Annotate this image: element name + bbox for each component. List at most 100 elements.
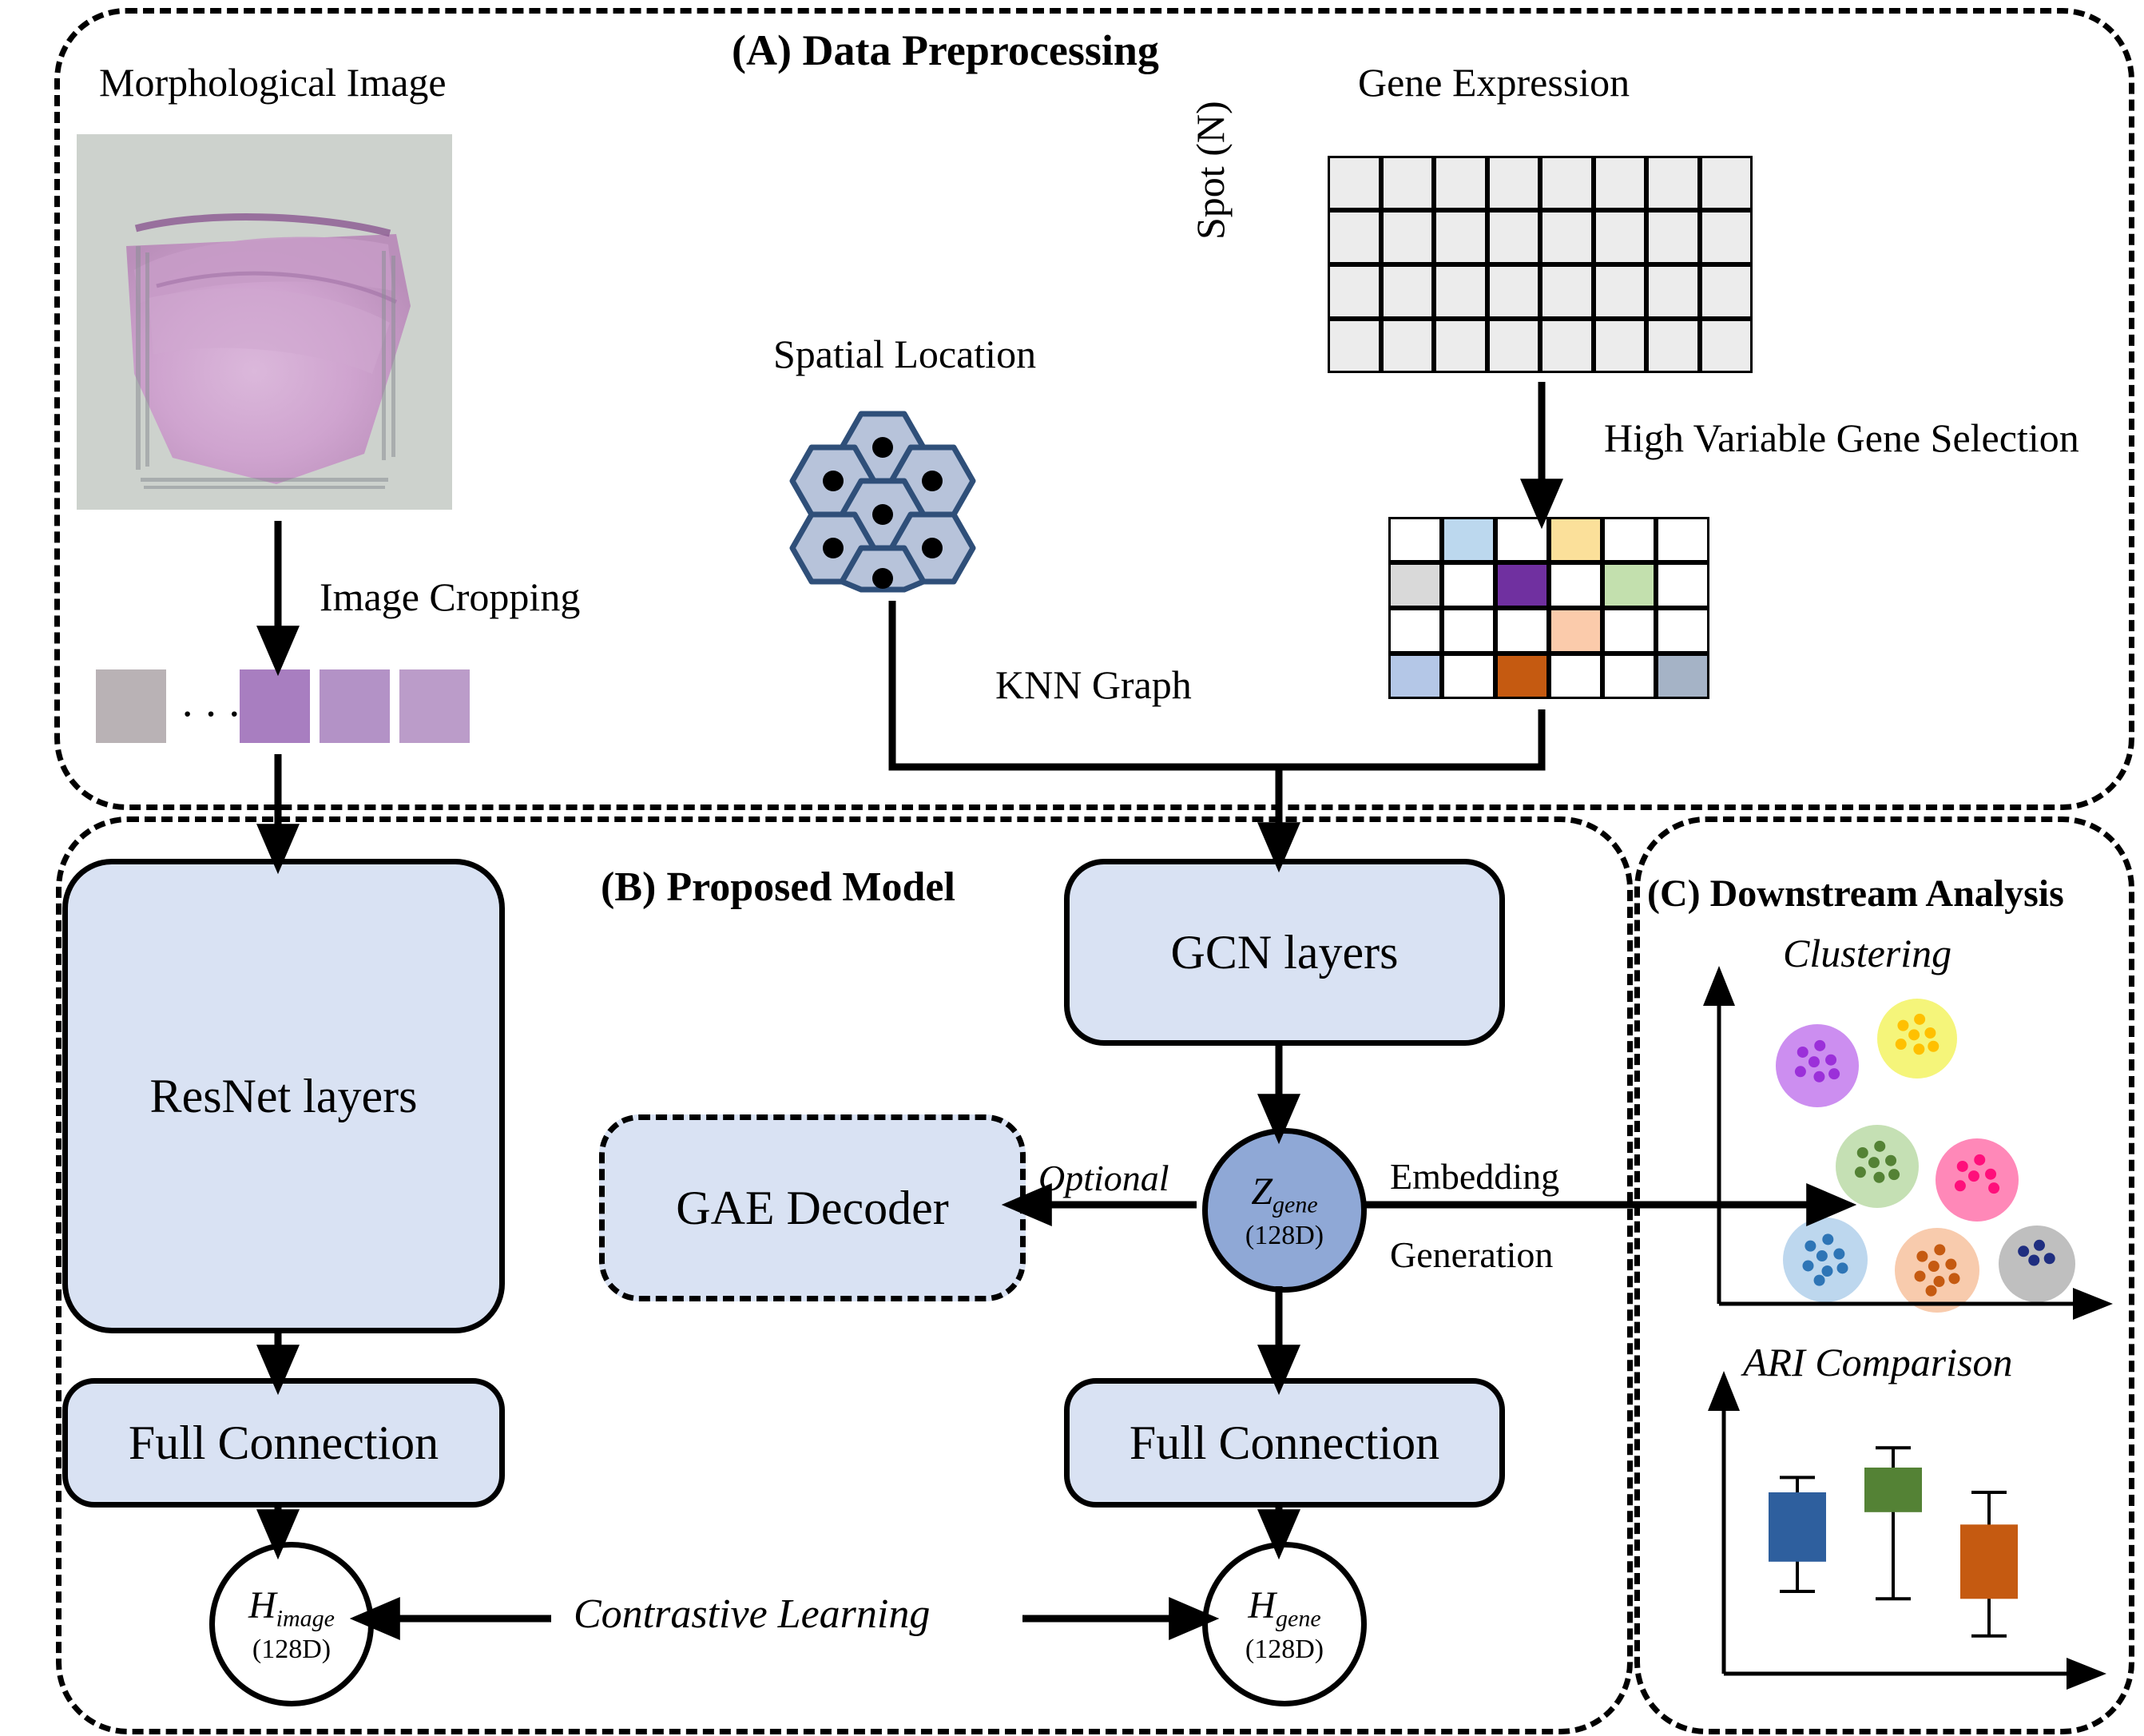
- gene-matrix-cell: [1434, 319, 1487, 373]
- cluster-point: [1805, 1240, 1816, 1252]
- cluster-point: [1825, 1054, 1837, 1066]
- cluster-point: [1828, 1068, 1840, 1080]
- morphological-image: [77, 134, 452, 510]
- cluster-point: [1967, 1170, 1979, 1182]
- cluster-point: [1928, 1040, 1940, 1052]
- cropped-patch: [399, 669, 470, 743]
- hvg-matrix-cell: [1656, 653, 1709, 699]
- gene-matrix-cell: [1434, 156, 1487, 210]
- cluster-point: [1954, 1180, 1966, 1192]
- h-image-dim: (128D): [252, 1634, 332, 1664]
- cluster-blob: [1895, 1228, 1979, 1313]
- z-gene-node[interactable]: Zgene (128D): [1202, 1128, 1367, 1293]
- clustering-plot: [1701, 966, 2113, 1320]
- gene-matrix-cell: [1328, 264, 1381, 319]
- gene-matrix-cell: [1699, 156, 1753, 210]
- cluster-point: [1816, 1250, 1828, 1262]
- gene-matrix-cell: [1593, 156, 1646, 210]
- gene-matrix-cell: [1328, 319, 1381, 373]
- ari-box: [1769, 1476, 1826, 1593]
- cluster-point: [1985, 1168, 1997, 1180]
- hvg-matrix-cell: [1549, 653, 1602, 699]
- gene-matrix-cell: [1593, 210, 1646, 264]
- gae-decoder-label: GAE Decoder: [676, 1181, 949, 1234]
- cluster-point: [2043, 1253, 2055, 1265]
- h-gene-node[interactable]: Hgene (128D): [1202, 1542, 1367, 1706]
- cluster-point: [1794, 1066, 1806, 1078]
- hvg-matrix: [1388, 517, 1709, 699]
- panel-c-title: (C) Downstream Analysis: [1647, 872, 2064, 915]
- cluster-point: [2018, 1245, 2030, 1257]
- hvg-matrix-cell: [1388, 517, 1442, 562]
- cluster-blob: [1999, 1226, 2075, 1302]
- cluster-point: [1814, 1039, 1826, 1051]
- cluster-point: [1833, 1248, 1845, 1260]
- hvg-matrix-cell: [1602, 562, 1656, 608]
- cluster-point: [1885, 1154, 1897, 1166]
- gene-matrix-cell: [1593, 264, 1646, 319]
- cluster-point: [1802, 1260, 1814, 1272]
- cluster-point: [1928, 1261, 1940, 1273]
- hvg-matrix-cell: [1495, 608, 1549, 653]
- full-connection-right-box[interactable]: Full Connection: [1064, 1378, 1505, 1508]
- cluster-point: [1868, 1157, 1880, 1169]
- cluster-point: [1813, 1274, 1825, 1286]
- hvg-matrix-cell: [1549, 608, 1602, 653]
- h-image-node[interactable]: Himage (128D): [209, 1542, 374, 1706]
- hvg-matrix-cell: [1656, 517, 1709, 562]
- gene-matrix-cell: [1434, 210, 1487, 264]
- cluster-point: [1945, 1258, 1957, 1270]
- h-gene-symbol: Hgene: [1248, 1584, 1321, 1632]
- cluster-point: [1888, 1169, 1900, 1181]
- cluster-point: [1813, 1071, 1825, 1083]
- gcn-layers-box[interactable]: GCN layers: [1064, 859, 1505, 1046]
- cluster-point: [1925, 1285, 1937, 1297]
- cluster-point: [2033, 1239, 2045, 1251]
- gene-matrix-cell: [1646, 319, 1700, 373]
- gene-matrix-cell: [1380, 264, 1434, 319]
- cluster-point: [1856, 1146, 1868, 1158]
- cluster-point: [1924, 1027, 1936, 1039]
- hvg-matrix-cell: [1442, 608, 1495, 653]
- hvg-matrix-cell: [1495, 517, 1549, 562]
- gene-matrix-cell: [1380, 319, 1434, 373]
- cluster-point: [1956, 1160, 1968, 1172]
- cluster-point: [1897, 1019, 1909, 1031]
- ari-comparison-label: ARI Comparison: [1743, 1340, 2013, 1384]
- hvg-matrix-cell: [1442, 517, 1495, 562]
- cluster-blob: [1783, 1218, 1868, 1302]
- cluster-blob: [1936, 1138, 2019, 1222]
- hvg-selection-label: High Variable Gene Selection: [1604, 415, 2079, 460]
- generation-label: Generation: [1390, 1234, 1554, 1275]
- hvg-matrix-cell: [1549, 517, 1602, 562]
- resnet-layers-box[interactable]: ResNet layers: [62, 859, 505, 1333]
- gene-matrix-cell: [1380, 156, 1434, 210]
- full-connection-left-box[interactable]: Full Connection: [62, 1378, 505, 1508]
- cluster-point: [1988, 1182, 2000, 1194]
- gene-matrix-cell: [1646, 264, 1700, 319]
- gene-matrix-cell: [1328, 156, 1381, 210]
- hvg-matrix-cell: [1442, 562, 1495, 608]
- gene-matrix-cell: [1540, 264, 1594, 319]
- cluster-point: [1808, 1056, 1820, 1068]
- cluster-point: [1895, 1039, 1907, 1051]
- gene-matrix-cell: [1540, 210, 1594, 264]
- cluster-point: [1874, 1140, 1886, 1152]
- knn-graph-label: KNN Graph: [995, 662, 1192, 707]
- cluster-point: [1914, 1270, 1926, 1282]
- cropped-patch: [96, 669, 166, 743]
- cluster-point: [1836, 1262, 1848, 1274]
- gene-matrix-cell: [1699, 264, 1753, 319]
- gene-matrix-cell: [1487, 210, 1540, 264]
- cluster-point: [1914, 1013, 1926, 1025]
- ari-box: [1864, 1446, 1922, 1601]
- hvg-matrix-cell: [1388, 562, 1442, 608]
- gene-matrix-cell: [1487, 264, 1540, 319]
- gene-matrix-cell: [1487, 319, 1540, 373]
- optional-label: Optional: [1038, 1158, 1169, 1198]
- h-gene-dim: (128D): [1245, 1634, 1324, 1664]
- h-image-subscript: image: [276, 1605, 335, 1632]
- gene-matrix-cell: [1487, 156, 1540, 210]
- image-cropping-label: Image Cropping: [320, 574, 581, 619]
- gae-decoder-box[interactable]: GAE Decoder: [599, 1114, 1026, 1301]
